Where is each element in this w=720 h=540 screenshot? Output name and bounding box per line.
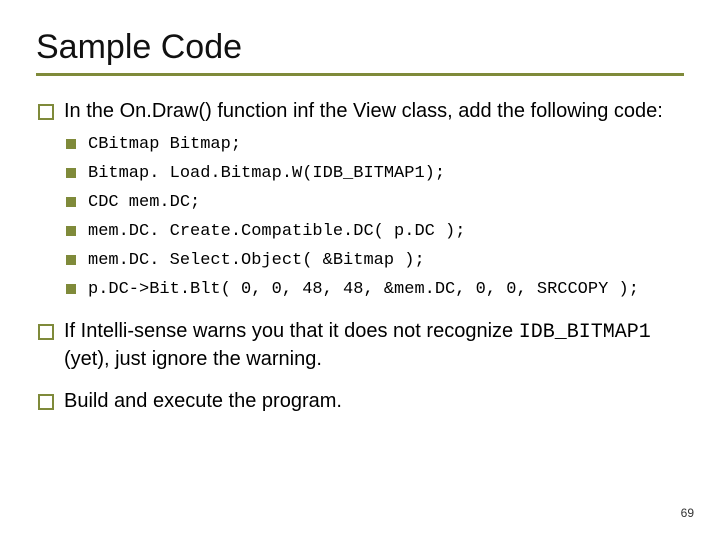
code-line-2: Bitmap. Load.Bitmap.W(IDB_BITMAP1); — [64, 163, 684, 186]
code-line-5: mem.DC. Select.Object( &Bitmap ); — [64, 250, 684, 273]
slide-title: Sample Code — [36, 28, 684, 67]
code-line-3: CDC mem.DC; — [64, 192, 684, 215]
title-rule — [36, 73, 684, 76]
intellisense-code: IDB_BITMAP1 — [519, 321, 651, 344]
intellisense-pre: If Intelli-sense warns you that it does … — [64, 320, 519, 342]
bullet-list: In the On.Draw() function inf the View c… — [36, 98, 684, 414]
code-line-4: mem.DC. Create.Compatible.DC( p.DC ); — [64, 221, 684, 244]
intellisense-post: (yet), just ignore the warning. — [64, 348, 322, 370]
bullet-intro: In the On.Draw() function inf the View c… — [36, 98, 684, 302]
code-list: CBitmap Bitmap; Bitmap. Load.Bitmap.W(ID… — [64, 134, 684, 302]
code-line-1: CBitmap Bitmap; — [64, 134, 684, 157]
code-line-6: p.DC->Bit.Blt( 0, 0, 48, 48, &mem.DC, 0,… — [64, 279, 684, 302]
bullet-intellisense: If Intelli-sense warns you that it does … — [36, 318, 684, 372]
bullet-build: Build and execute the program. — [36, 388, 684, 414]
bullet-intro-text: In the On.Draw() function inf the View c… — [64, 100, 663, 122]
slide: Sample Code In the On.Draw() function in… — [0, 0, 720, 540]
page-number: 69 — [681, 506, 694, 520]
